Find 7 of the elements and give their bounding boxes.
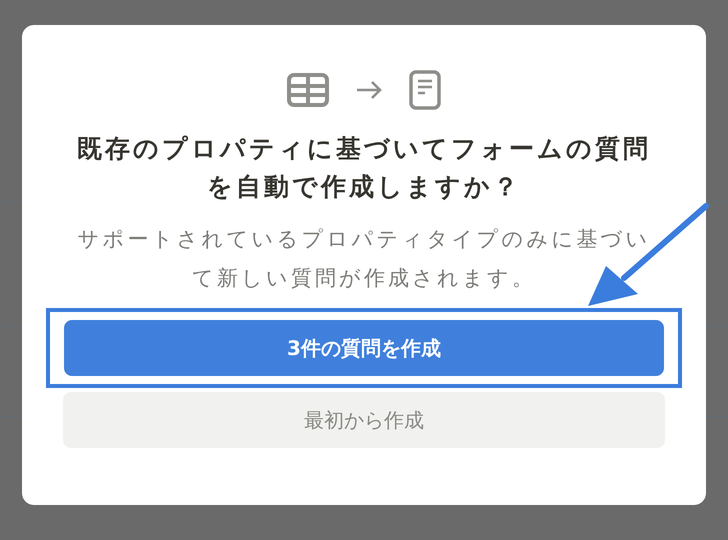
document-icon xyxy=(409,70,441,110)
arrow-icon xyxy=(355,80,383,100)
table-icon xyxy=(287,73,329,107)
dialog-title: 既存のプロパティに基づいてフォームの質問を自動で作成しますか？ xyxy=(76,133,652,203)
create-button[interactable]: 3件の質問を作成 xyxy=(64,320,664,376)
dialog-description: サポートされているプロパティタイプのみに基づいて新しい質問が作成されます。 xyxy=(76,226,652,292)
create-button[interactable]: 最初から作成 xyxy=(63,392,665,448)
